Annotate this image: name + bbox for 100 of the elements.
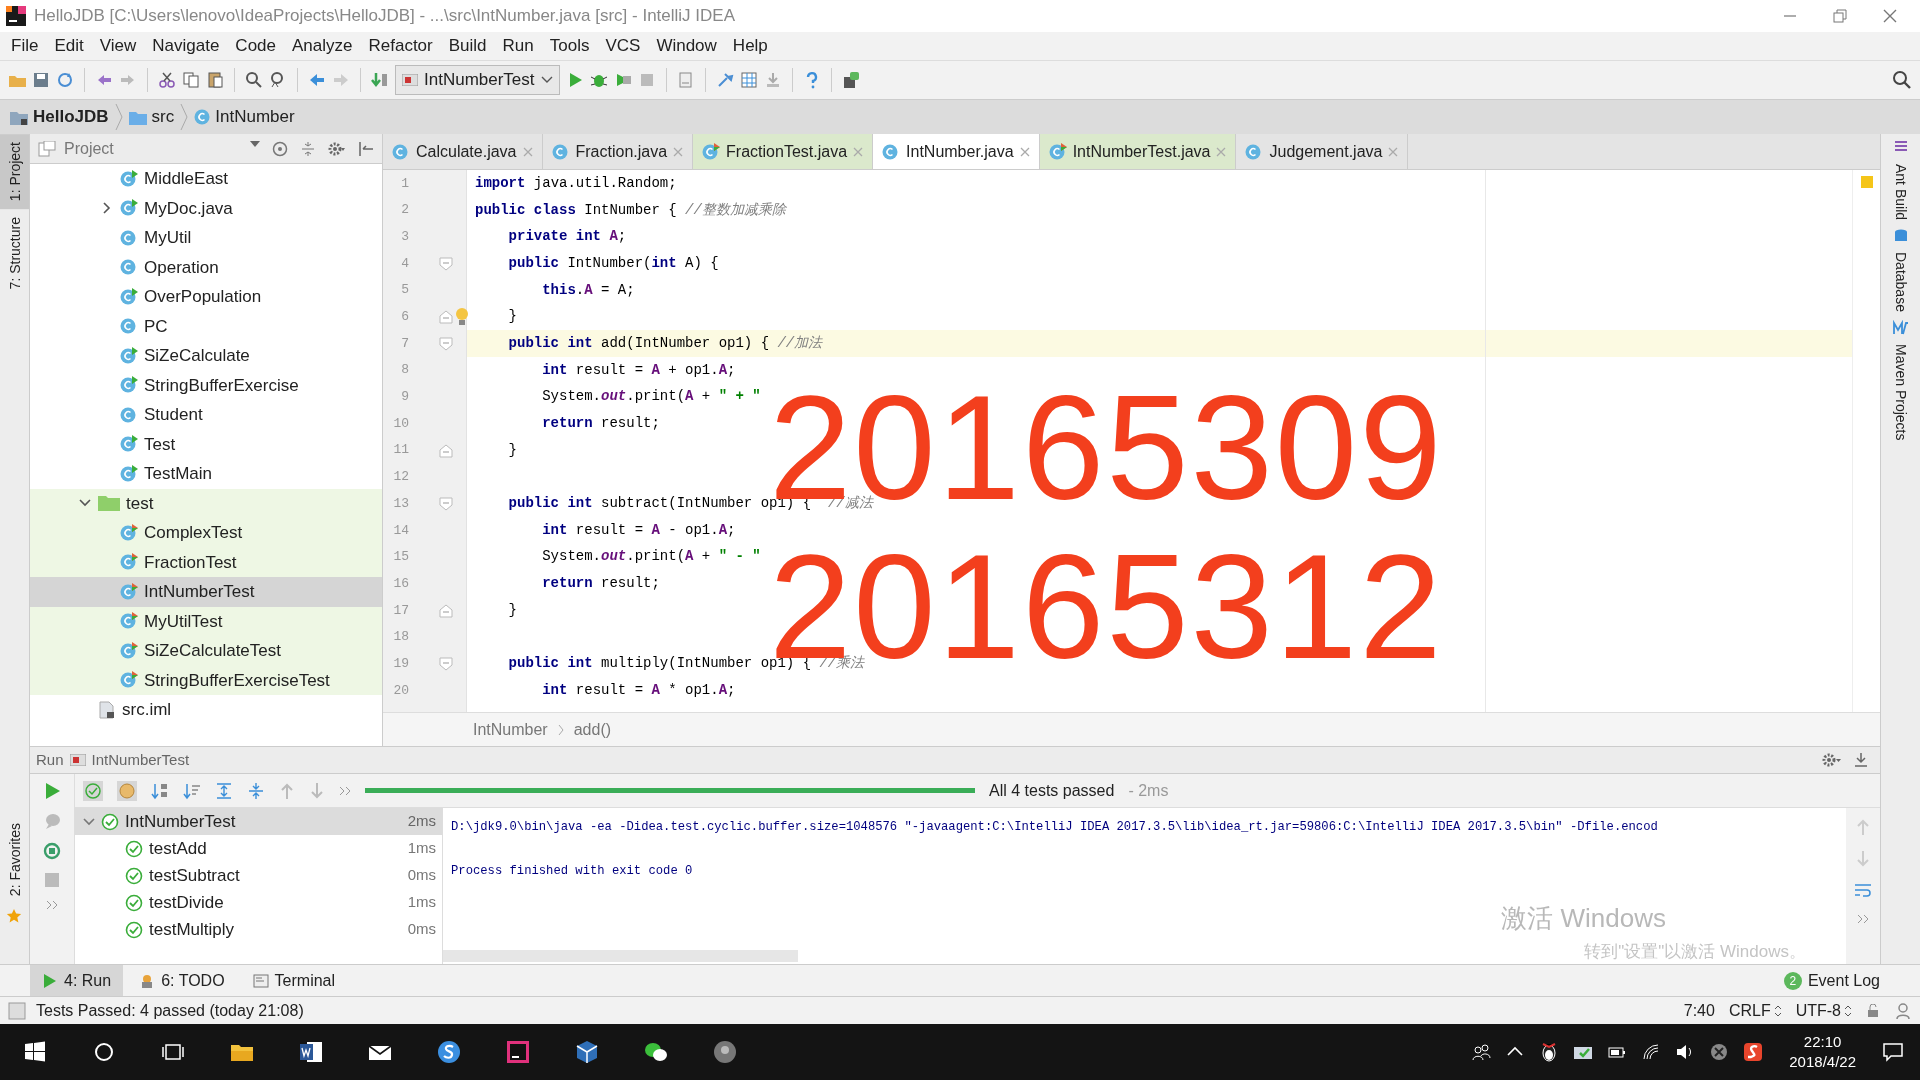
more-icon[interactable]	[46, 900, 58, 910]
pin-left-icon[interactable]	[358, 140, 374, 157]
breadcrumb-item[interactable]: HelloJDB	[33, 104, 109, 130]
windows-logo-icon[interactable]	[22, 1040, 47, 1064]
fold-icon[interactable]	[439, 443, 453, 458]
sort-duration-icon[interactable]	[183, 781, 201, 800]
chevron-right-icon[interactable]	[103, 202, 111, 215]
cube-icon[interactable]	[574, 1040, 599, 1064]
tree-item[interactable]: MiddleEast	[144, 166, 229, 192]
expand-all-icon[interactable]	[215, 781, 233, 800]
more-icon[interactable]	[1857, 914, 1869, 924]
sync-icon[interactable]	[56, 71, 74, 89]
tool-window-tab[interactable]: 4: Run	[30, 964, 124, 997]
fold-icon[interactable]	[439, 604, 453, 618]
s-circle-icon[interactable]	[436, 1040, 461, 1064]
word-document-icon[interactable]	[298, 1040, 323, 1064]
editor-tab[interactable]: IntNumber.java	[873, 134, 1040, 169]
stop-icon[interactable]	[44, 872, 60, 888]
test-tree-row[interactable]: IntNumberTest 2ms	[75, 808, 442, 835]
passed-filter-icon[interactable]	[83, 780, 103, 801]
rerun-icon[interactable]	[43, 842, 61, 860]
menu-item[interactable]: Window	[649, 33, 724, 59]
tree-item[interactable]: Student	[144, 402, 203, 428]
editor-tab[interactable]: FractionTest.java	[693, 134, 874, 169]
more-icon[interactable]	[339, 785, 351, 796]
arrow-down-icon[interactable]	[309, 781, 325, 800]
encoding-selector[interactable]: UTF-8	[1795, 998, 1852, 1023]
close-icon[interactable]	[1216, 146, 1227, 157]
event-log-button[interactable]: 2 Event Log	[1783, 968, 1920, 993]
tree-item[interactable]: StringBufferExercise	[144, 372, 299, 398]
people-icon[interactable]	[1471, 1042, 1492, 1062]
menu-item[interactable]: Tools	[542, 33, 597, 59]
fold-icon[interactable]	[439, 497, 453, 512]
ignored-filter-icon[interactable]	[117, 780, 137, 801]
caret-icon[interactable]	[250, 140, 260, 147]
breadcrumb-item[interactable]: IntNumber	[215, 104, 295, 130]
breadcrumb-item[interactable]: src	[151, 104, 175, 130]
breadcrumb-item[interactable]: IntNumber	[473, 717, 548, 742]
tool-window-tab[interactable]: 2: Favorites	[0, 814, 29, 904]
tree-item[interactable]: PC	[144, 313, 168, 339]
cursor-position[interactable]: 7:40	[1683, 998, 1715, 1023]
panel-title[interactable]: Project	[64, 136, 114, 161]
menu-item[interactable]: Refactor	[361, 33, 440, 59]
tree-item[interactable]: Operation	[144, 254, 219, 280]
ide-app-icon[interactable]	[505, 1040, 530, 1064]
tool-window-tab[interactable]: Terminal	[240, 964, 348, 997]
tool-window-tab[interactable]: 7: Structure	[0, 209, 29, 298]
sort-alpha-icon[interactable]	[151, 781, 169, 800]
lightbulb-icon[interactable]	[455, 307, 469, 328]
speech-bubble-icon[interactable]	[43, 812, 61, 830]
hide-panel-icon[interactable]	[1854, 752, 1868, 768]
test-tree-row[interactable]: testMultiply 0ms	[75, 916, 442, 943]
menu-item[interactable]: File	[4, 33, 46, 59]
s-logo-icon[interactable]	[1743, 1042, 1764, 1062]
inspector-icon[interactable]	[1894, 1001, 1912, 1020]
tool-window-tab[interactable]: 6: TODO	[127, 964, 237, 997]
paste-icon[interactable]	[206, 71, 224, 89]
menu-item[interactable]: Analyze	[285, 33, 360, 59]
close-icon[interactable]	[1019, 146, 1030, 157]
tool-window-tab[interactable]: Database	[1890, 252, 1911, 312]
close-icon[interactable]	[853, 146, 864, 157]
tree-item[interactable]: TestMain	[144, 461, 213, 487]
restore-icon[interactable]	[1832, 8, 1848, 24]
maven-icon[interactable]	[1892, 320, 1909, 336]
line-separator-selector[interactable]: CRLF	[1728, 998, 1782, 1023]
soft-wrap-icon[interactable]	[1854, 882, 1872, 900]
menu-item[interactable]: Help	[725, 33, 775, 59]
tool-window-tab[interactable]: Ant Build	[1890, 164, 1911, 221]
close-icon[interactable]	[673, 146, 684, 157]
editor-tab[interactable]: IntNumberTest.java	[1039, 134, 1237, 169]
tree-item[interactable]: test	[126, 490, 154, 516]
menu-item[interactable]: Edit	[47, 33, 91, 59]
panel-toggle-icon[interactable]	[8, 1001, 26, 1020]
editor-tab[interactable]: Calculate.java	[383, 134, 543, 169]
search-icon[interactable]	[245, 71, 263, 89]
chevron-down-icon[interactable]	[83, 817, 95, 826]
document-icon[interactable]	[676, 71, 695, 89]
collapse-all-icon[interactable]	[247, 781, 265, 800]
close-icon[interactable]	[1882, 8, 1898, 24]
tree-item[interactable]: OverPopulation	[144, 284, 262, 310]
run-tab[interactable]: IntNumberTest	[91, 748, 190, 772]
menu-item[interactable]: Build	[441, 33, 494, 59]
avatar-circle-icon[interactable]	[712, 1040, 737, 1064]
fold-icon[interactable]	[439, 257, 453, 272]
menu-item[interactable]: VCS	[598, 33, 648, 59]
test-tree-row[interactable]: testAdd 1ms	[75, 835, 442, 862]
tree-item[interactable]: MyUtil	[144, 225, 192, 251]
fold-icon[interactable]	[439, 310, 453, 325]
search-icon[interactable]	[1892, 70, 1912, 90]
lock-icon[interactable]	[1866, 1003, 1880, 1018]
tool-window-tab[interactable]: Maven Projects	[1890, 344, 1911, 441]
notification-icon[interactable]	[1882, 1041, 1904, 1063]
clock-time[interactable]: 22:10	[1803, 1032, 1842, 1052]
back-arrow-icon[interactable]	[308, 71, 326, 89]
fold-icon[interactable]	[439, 657, 453, 672]
run-configuration-dropdown[interactable]: IntNumberTest	[395, 65, 560, 95]
tree-item[interactable]: SiZeCalculate	[144, 343, 250, 369]
editor-tab[interactable]: Judgement.java	[1236, 134, 1409, 169]
scissors-icon[interactable]	[158, 71, 176, 89]
run-icon[interactable]	[43, 782, 61, 800]
